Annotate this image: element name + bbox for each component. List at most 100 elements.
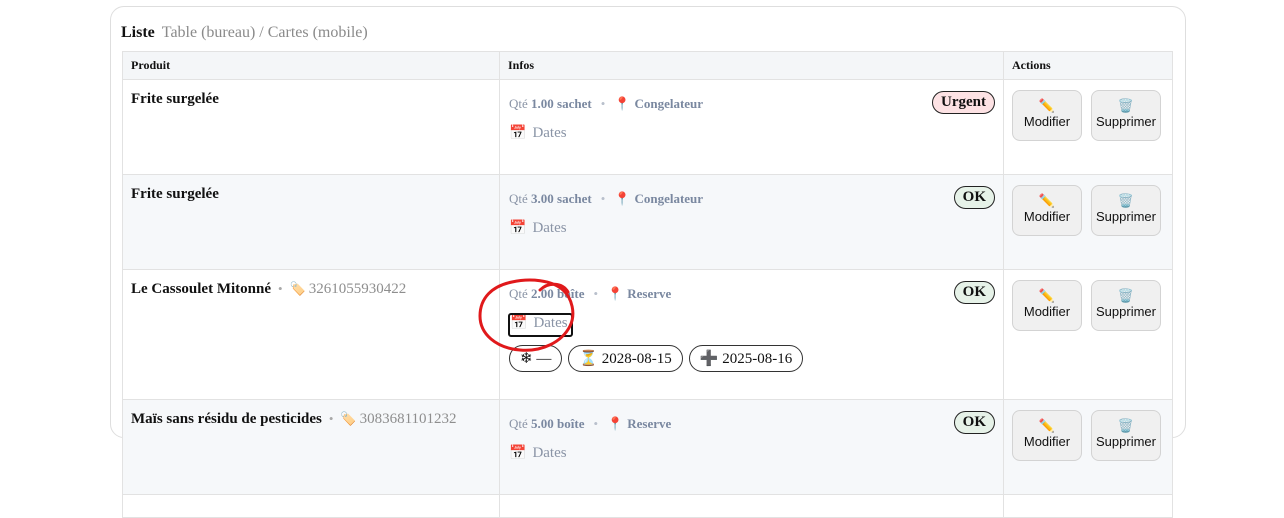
quantity-location: Qté 2.00 boîte • 📍 Reserve bbox=[509, 286, 671, 302]
pin-icon: 📍 bbox=[607, 286, 624, 301]
plus-icon: ➕ bbox=[699, 351, 719, 367]
separator-dot: • bbox=[593, 286, 599, 301]
table-row: Maïs sans résidu de pesticides • 🏷️ 3083681… bbox=[122, 399, 1173, 495]
product-name: Frite surgelée bbox=[131, 186, 219, 202]
edit-button[interactable]: ✏️ Modifier bbox=[1012, 185, 1082, 236]
info-cell bbox=[499, 494, 1004, 518]
location-value: Reserve bbox=[627, 416, 672, 431]
separator-dot: • bbox=[593, 416, 599, 431]
dates-toggle[interactable]: 📅 Dates bbox=[509, 125, 567, 142]
barcode-value: 3083681101232 bbox=[359, 411, 457, 427]
pencil-icon: ✏️ bbox=[1038, 193, 1056, 208]
hourglass-icon: ⏳ bbox=[579, 351, 599, 367]
calendar-icon: 📅 bbox=[510, 316, 528, 331]
edit-label: Modifier bbox=[1023, 304, 1071, 319]
expiry-date-chip: ⏳ 2028-08-15 bbox=[568, 345, 683, 372]
freeze-date-chip: ❄ — bbox=[509, 345, 563, 372]
qty-label: Qté bbox=[509, 96, 528, 111]
snowflake-icon: ❄ bbox=[520, 351, 533, 367]
edit-button[interactable]: ✏️ Modifier bbox=[1012, 90, 1082, 141]
edit-label: Modifier bbox=[1023, 209, 1071, 224]
dates-label: Dates bbox=[532, 445, 567, 461]
separator-dot: • bbox=[600, 191, 606, 206]
barcode-value: 3261055930422 bbox=[308, 281, 407, 297]
pin-icon: 📍 bbox=[614, 191, 631, 206]
actions-cell: ✏️ Modifier 🗑️ Supprimer bbox=[1003, 399, 1173, 495]
table-header-row: Produit Infos Actions bbox=[122, 51, 1173, 80]
delete-button[interactable]: 🗑️ Supprimer bbox=[1091, 185, 1161, 236]
status-badge: OK bbox=[953, 411, 995, 434]
product-cell: Maïs sans résidu de pesticides • 🏷️ 3083681… bbox=[122, 399, 500, 495]
added-date-chip: ➕ 2025-08-16 bbox=[688, 345, 804, 372]
tag-icon: 🏷️ bbox=[289, 281, 306, 296]
date-chips: ❄ — ⏳ 2028-08-15 ➕ 2025-08-16 bbox=[509, 345, 809, 372]
qty-label: Qté bbox=[509, 286, 528, 301]
products-table: Produit Infos Actions Frite surgelée Qté… bbox=[122, 51, 1173, 518]
dates-toggle[interactable]: 📅 Dates bbox=[508, 313, 573, 337]
product-cell: Frite surgelée bbox=[122, 174, 500, 270]
separator-dot: • bbox=[600, 96, 606, 111]
quantity-location: Qté 3.00 sachet • 📍 Congelateur bbox=[509, 191, 703, 207]
trash-icon: 🗑️ bbox=[1117, 193, 1135, 208]
delete-label: Supprimer bbox=[1096, 114, 1156, 129]
actions-cell: ✏️ Modifier 🗑️ Supprimer bbox=[1003, 269, 1173, 400]
info-cell: Qté 3.00 sachet • 📍 Congelateur OK 📅 Dates bbox=[499, 174, 1004, 270]
list-title: Liste bbox=[121, 24, 155, 41]
quantity-location: Qté 1.00 sachet • 📍 Congelateur bbox=[509, 96, 703, 112]
edit-label: Modifier bbox=[1023, 114, 1071, 129]
added-date-value: 2025-08-16 bbox=[722, 351, 793, 367]
table-row: Le Cassoulet Mitonné • 🏷️ 3261055930422 Qté… bbox=[122, 269, 1173, 400]
dates-toggle[interactable]: 📅 Dates bbox=[509, 445, 567, 462]
pencil-icon: ✏️ bbox=[1038, 288, 1056, 303]
calendar-icon: 📅 bbox=[509, 126, 527, 141]
pencil-icon: ✏️ bbox=[1038, 418, 1056, 433]
calendar-icon: 📅 bbox=[509, 221, 527, 236]
product-name: Le Cassoulet Mitonné bbox=[131, 281, 271, 297]
actions-cell bbox=[1003, 494, 1173, 518]
table-row bbox=[122, 494, 1173, 518]
qty-label: Qté bbox=[509, 416, 528, 431]
separator-dot: • bbox=[278, 281, 283, 296]
quantity-location: Qté 5.00 boîte • 📍 Reserve bbox=[509, 416, 671, 432]
table-row: Frite surgelée Qté 3.00 sachet • 📍 Congelat… bbox=[122, 174, 1173, 270]
actions-cell: ✏️ Modifier 🗑️ Supprimer bbox=[1003, 79, 1173, 175]
tag-icon: 🏷️ bbox=[340, 411, 357, 426]
edit-label: Modifier bbox=[1023, 434, 1071, 449]
column-header-info: Infos bbox=[499, 51, 1004, 80]
pin-icon: 📍 bbox=[614, 96, 631, 111]
location-value: Reserve bbox=[627, 286, 672, 301]
delete-button[interactable]: 🗑️ Supprimer bbox=[1091, 280, 1161, 331]
product-cell: Le Cassoulet Mitonné • 🏷️ 3261055930422 bbox=[122, 269, 500, 400]
expiry-date-value: 2028-08-15 bbox=[601, 351, 672, 367]
info-cell: Qté 5.00 boîte • 📍 Reserve OK 📅 Dates bbox=[499, 399, 1004, 495]
pencil-icon: ✏️ bbox=[1038, 98, 1056, 113]
quantity-value: 2.00 boîte bbox=[531, 286, 585, 301]
product-name: Maïs sans résidu de pesticides bbox=[131, 411, 322, 427]
edit-button[interactable]: ✏️ Modifier bbox=[1012, 280, 1082, 331]
quantity-value: 1.00 sachet bbox=[531, 96, 592, 111]
quantity-value: 3.00 sachet bbox=[531, 191, 592, 206]
product-cell bbox=[122, 494, 500, 518]
status-badge: Urgent bbox=[932, 91, 995, 114]
dates-toggle[interactable]: 📅 Dates bbox=[509, 220, 567, 237]
trash-icon: 🗑️ bbox=[1117, 98, 1135, 113]
list-header: Liste Table (bureau) / Cartes (mobile) bbox=[121, 24, 368, 42]
table-row: Frite surgelée Qté 1.00 sachet • 📍 Congelat… bbox=[122, 79, 1173, 175]
delete-button[interactable]: 🗑️ Supprimer bbox=[1091, 90, 1161, 141]
info-cell: Qté 1.00 sachet • 📍 Congelateur Urgent 📅 Dat… bbox=[499, 79, 1004, 175]
product-cell: Frite surgelée bbox=[122, 79, 500, 175]
trash-icon: 🗑️ bbox=[1117, 418, 1135, 433]
status-badge: OK bbox=[953, 281, 995, 304]
qty-label: Qté bbox=[509, 191, 528, 206]
delete-label: Supprimer bbox=[1096, 434, 1156, 449]
location-value: Congelateur bbox=[634, 191, 704, 206]
product-name: Frite surgelée bbox=[131, 91, 219, 107]
actions-cell: ✏️ Modifier 🗑️ Supprimer bbox=[1003, 174, 1173, 270]
delete-label: Supprimer bbox=[1096, 209, 1156, 224]
dates-label: Dates bbox=[533, 315, 568, 331]
list-subtitle: Table (bureau) / Cartes (mobile) bbox=[161, 24, 368, 41]
location-value: Congelateur bbox=[634, 96, 704, 111]
delete-label: Supprimer bbox=[1096, 304, 1156, 319]
calendar-icon: 📅 bbox=[509, 446, 527, 461]
separator-dot: • bbox=[328, 411, 334, 426]
